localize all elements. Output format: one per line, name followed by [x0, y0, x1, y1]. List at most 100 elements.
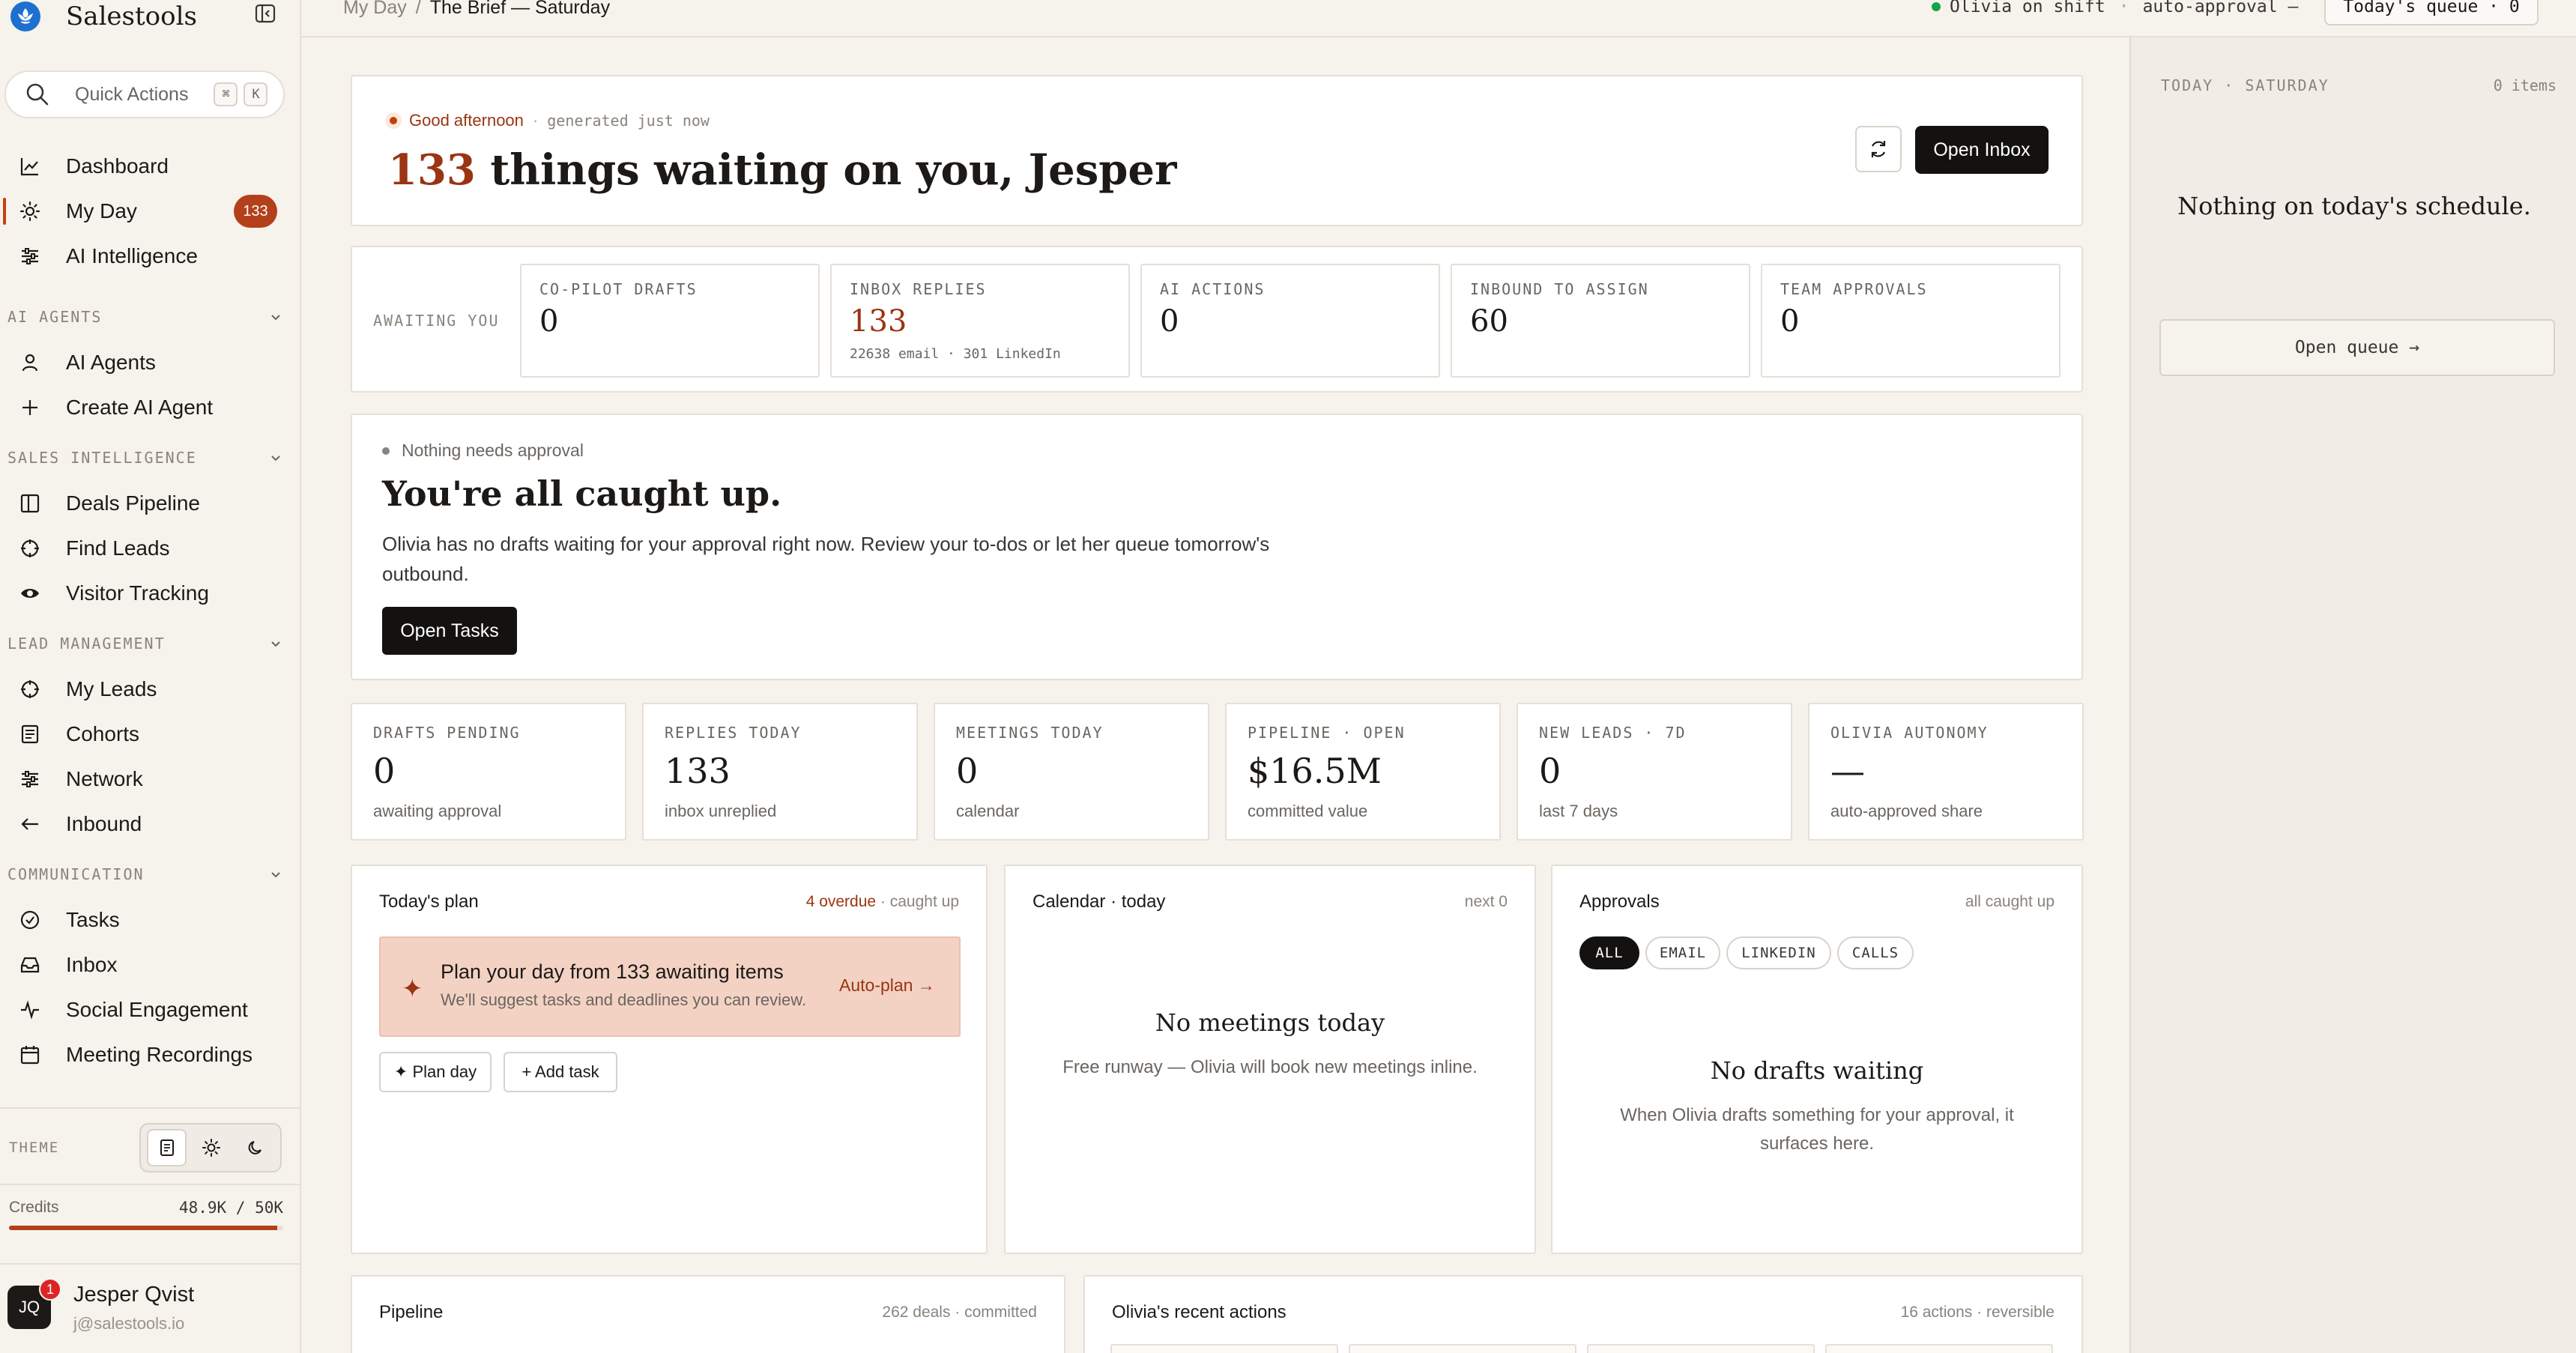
- empty-state-title: No meetings today: [1155, 1008, 1385, 1037]
- user-profile[interactable]: JQ 1 Jesper Qvist j@salestools.io: [7, 1278, 292, 1338]
- sidebar-item-label: My Leads: [66, 677, 157, 700]
- metric-value: —: [1830, 751, 1865, 791]
- stat-ai-actions[interactable]: AI ACTIONS 0: [1140, 264, 1440, 378]
- document-icon: [18, 722, 42, 746]
- user-icon: [18, 351, 42, 375]
- sidebar-item-inbox[interactable]: Inbox: [0, 945, 301, 984]
- metric-sub: last 7 days: [1539, 802, 1618, 820]
- action-tile[interactable]: [1110, 1344, 1338, 1353]
- sidebar-item-label: Find Leads: [66, 536, 170, 560]
- section-ai-agents[interactable]: AI AGENTS: [7, 306, 285, 328]
- shift-separator: ·: [2118, 0, 2129, 16]
- empty-schedule-message: Nothing on today's schedule.: [2177, 192, 2531, 220]
- overdue-count[interactable]: 4 overdue: [806, 893, 876, 910]
- generated-status: generated just now: [547, 112, 710, 130]
- headline-text: things waiting on you, Jesper: [475, 145, 1177, 195]
- metric-meetings-today[interactable]: MEETINGS TODAY 0 calendar: [934, 703, 1209, 841]
- brand[interactable]: Salestools: [10, 1, 197, 31]
- theme-toggle: [139, 1123, 282, 1172]
- sidebar-item-ai-agents[interactable]: AI Agents: [0, 343, 301, 382]
- todays-queue-button[interactable]: Today's queue · 0: [2324, 0, 2539, 25]
- theme-light-sun-icon[interactable]: [191, 1129, 231, 1166]
- action-tile[interactable]: [1825, 1344, 2053, 1353]
- metric-label: OLIVIA AUTONOMY: [1830, 724, 1989, 742]
- filter-chip-all[interactable]: ALL: [1579, 936, 1639, 969]
- section-lead-management[interactable]: LEAD MANAGEMENT: [7, 632, 285, 655]
- sidebar-item-inbound[interactable]: Inbound: [0, 805, 301, 844]
- sidebar-item-label: Deals Pipeline: [66, 491, 200, 515]
- section-title: COMMUNICATION: [7, 865, 145, 883]
- metric-pipeline-open[interactable]: PIPELINE · OPEN $16.5M committed value: [1225, 703, 1501, 841]
- open-inbox-button[interactable]: Open Inbox: [1915, 126, 2049, 174]
- credits-progress-fill: [9, 1226, 277, 1230]
- plan-day-button[interactable]: ✦ Plan day: [379, 1052, 492, 1092]
- stat-team-approvals[interactable]: TEAM APPROVALS 0: [1761, 264, 2061, 378]
- theme-dark-moon-icon[interactable]: [236, 1129, 276, 1166]
- collapse-sidebar-icon[interactable]: [253, 1, 277, 25]
- sidebar-item-label: Create AI Agent: [66, 396, 214, 419]
- stat-inbox-replies[interactable]: INBOX REPLIES 133 22638 email · 301 Link…: [830, 264, 1130, 378]
- empty-state-sub: When Olivia drafts something for your ap…: [1620, 1105, 2014, 1154]
- sidebar-item-label: Meeting Recordings: [66, 1043, 253, 1066]
- sidebar-item-visitor-tracking[interactable]: Visitor Tracking: [0, 574, 301, 613]
- panel-title: Today's plan: [379, 892, 479, 912]
- action-tile[interactable]: [1349, 1344, 1576, 1353]
- notification-badge[interactable]: 1: [39, 1278, 61, 1301]
- metric-drafts-pending[interactable]: DRAFTS PENDING 0 awaiting approval: [351, 703, 626, 841]
- section-sales-intelligence[interactable]: SALES INTELLIGENCE: [7, 447, 285, 469]
- quick-actions-search[interactable]: Quick Actions ⌘ K: [4, 70, 285, 118]
- activity-icon: [18, 998, 42, 1022]
- schedule-header: TODAY · SATURDAY 0 items: [2161, 76, 2557, 94]
- open-tasks-button[interactable]: Open Tasks: [382, 607, 517, 655]
- plan-day-banner[interactable]: ✦ Plan your day from 133 awaiting items …: [379, 936, 961, 1037]
- add-task-button[interactable]: + Add task: [504, 1052, 617, 1092]
- stat-value: 133: [850, 304, 907, 339]
- filter-chip-calls[interactable]: CALLS: [1837, 936, 1914, 969]
- divider: [0, 1107, 301, 1109]
- brief-hero: Good afternoon · generated just now 133 …: [351, 75, 2083, 226]
- sidebar-item-network[interactable]: Network: [0, 760, 301, 799]
- divider: [0, 1184, 301, 1185]
- metric-sub: awaiting approval: [373, 802, 502, 820]
- sidebar-item-social-engagement[interactable]: Social Engagement: [0, 990, 301, 1029]
- theme-paper-icon[interactable]: [147, 1129, 187, 1166]
- auto-approval-status: auto-approval —: [2142, 0, 2299, 16]
- sidebar-item-my-day[interactable]: My Day 133: [0, 192, 301, 231]
- eye-icon: [18, 581, 42, 605]
- status-dot-icon: [385, 112, 402, 129]
- quick-actions-label: Quick Actions: [75, 83, 189, 105]
- auto-plan-link[interactable]: Auto-plan →: [839, 975, 935, 996]
- metric-new-leads-7d[interactable]: NEW LEADS · 7D 0 last 7 days: [1517, 703, 1792, 841]
- breadcrumb-parent[interactable]: My Day: [343, 0, 407, 19]
- sidebar-item-dashboard[interactable]: Dashboard: [0, 147, 301, 186]
- refresh-button[interactable]: [1855, 126, 1902, 172]
- sun-icon: [18, 199, 42, 223]
- section-communication[interactable]: COMMUNICATION: [7, 863, 285, 886]
- sidebar-item-label: AI Intelligence: [66, 244, 198, 267]
- filter-chip-linkedin[interactable]: LINKEDIN: [1726, 936, 1831, 969]
- filter-chip-email[interactable]: EMAIL: [1645, 936, 1720, 969]
- metric-olivia-autonomy[interactable]: OLIVIA AUTONOMY — auto-approved share: [1808, 703, 2084, 841]
- sidebar-item-label: Tasks: [66, 908, 120, 931]
- brand-logo-icon: [10, 1, 40, 31]
- sidebar-item-deals-pipeline[interactable]: Deals Pipeline: [0, 484, 301, 523]
- sidebar-item-ai-intelligence[interactable]: AI Intelligence: [0, 237, 301, 276]
- sidebar-item-create-ai-agent[interactable]: Create AI Agent: [0, 388, 301, 427]
- credits-value: 48.9K / 50K: [178, 1199, 283, 1217]
- metric-label: PIPELINE · OPEN: [1248, 724, 1406, 742]
- sidebar-item-meeting-recordings[interactable]: Meeting Recordings: [0, 1035, 301, 1074]
- metric-replies-today[interactable]: REPLIES TODAY 133 inbox unreplied: [642, 703, 918, 841]
- action-tile[interactable]: [1587, 1344, 1815, 1353]
- sidebar-item-my-leads[interactable]: My Leads: [0, 670, 301, 709]
- open-queue-button[interactable]: Open queue →: [2159, 319, 2555, 376]
- sidebar-item-tasks[interactable]: Tasks: [0, 901, 301, 939]
- stat-co-pilot-drafts[interactable]: CO-PILOT DRAFTS 0: [520, 264, 820, 378]
- sidebar-item-cohorts[interactable]: Cohorts: [0, 715, 301, 754]
- awaiting-you-strip: AWAITING YOU CO-PILOT DRAFTS 0 INBOX REP…: [351, 246, 2083, 393]
- shortcut-key-cmd: ⌘: [214, 82, 238, 106]
- sidebar-item-find-leads[interactable]: Find Leads: [0, 529, 301, 568]
- sliders-icon: [18, 767, 42, 791]
- metric-value: 133: [665, 751, 731, 791]
- pipeline-summary: 262 deals · committed: [882, 1304, 1037, 1321]
- stat-inbound-to-assign[interactable]: INBOUND TO ASSIGN 60: [1451, 264, 1750, 378]
